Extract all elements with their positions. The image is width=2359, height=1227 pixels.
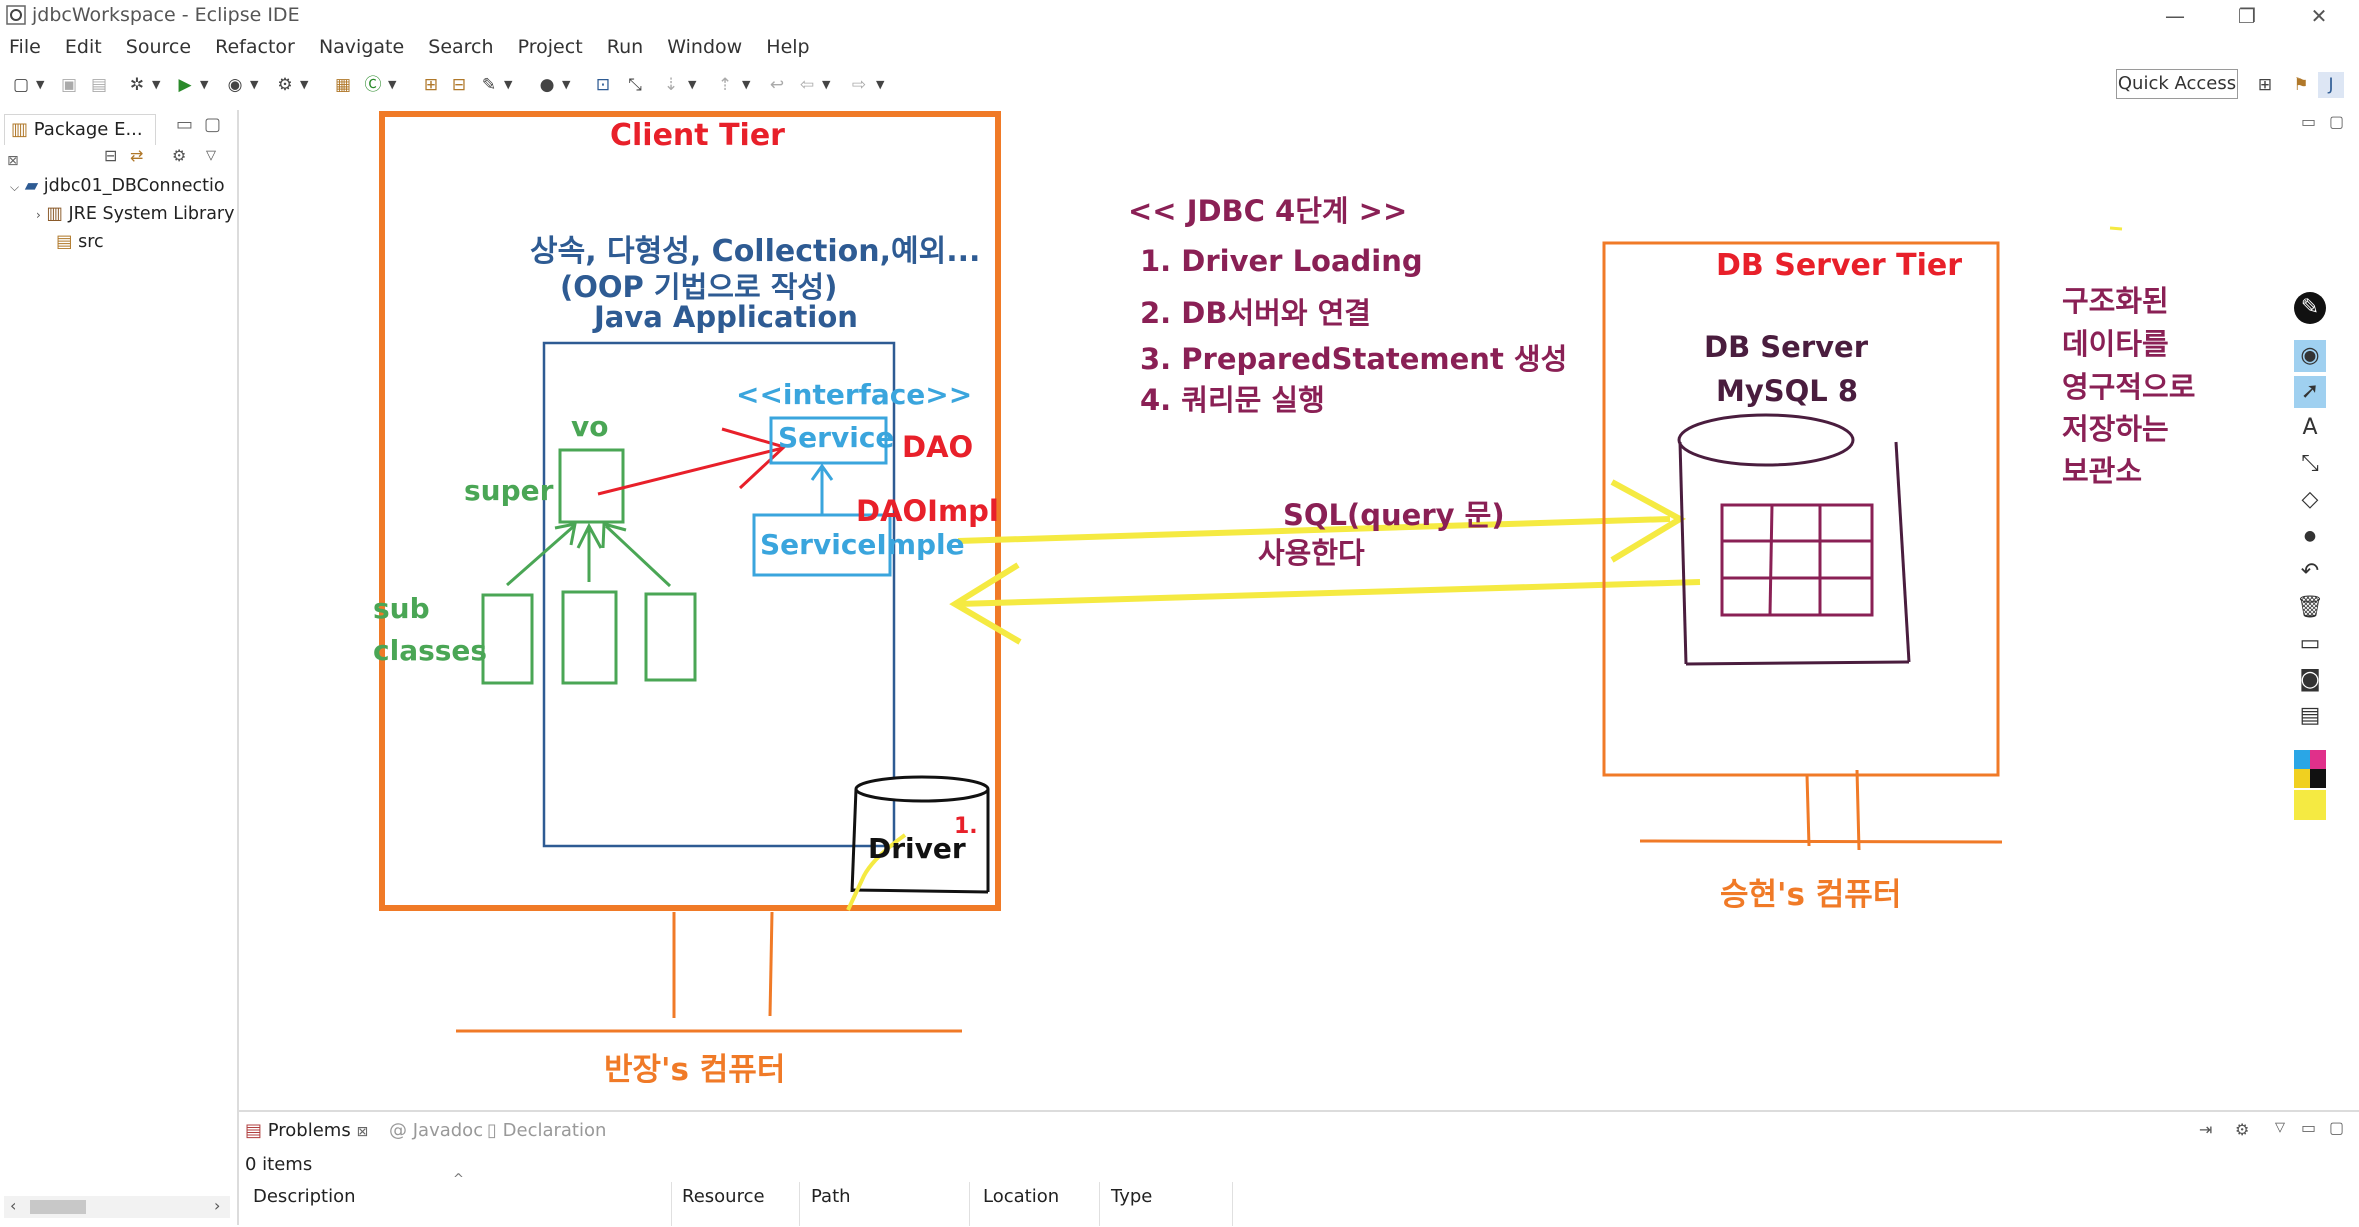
drawing-toolbar: ✎ ◉ ➚ A ⤡ ◇ ● ↶ 🗑 ▭ ◙ ▤: [2290, 292, 2330, 827]
driver-step-number: 1.: [954, 814, 978, 839]
classes-label: classes: [373, 634, 488, 667]
sub-label: sub: [373, 592, 430, 625]
storage-note-1: 구조화된: [2062, 284, 2169, 318]
column-path[interactable]: Path: [811, 1186, 851, 1207]
tab-javadoc[interactable]: @ Javadoc: [389, 1120, 483, 1141]
javadoc-icon: @: [389, 1120, 407, 1141]
eye-icon[interactable]: ◉: [2294, 340, 2326, 372]
tab-declaration-label: Declaration: [502, 1120, 607, 1141]
column-description[interactable]: Description: [253, 1186, 356, 1207]
jdbc-step-4: 4. 쿼리문 실행: [1140, 383, 1325, 417]
focus-icon[interactable]: ⇥: [2199, 1120, 2212, 1139]
column-resource[interactable]: Resource: [682, 1186, 765, 1207]
items-count: 0 items: [245, 1154, 313, 1175]
client-desc-line3: Java Application: [594, 300, 858, 334]
color-palette-icon[interactable]: [2294, 750, 2326, 788]
inherit-arrow-3: [604, 524, 672, 588]
super-label: super: [464, 474, 554, 507]
db-server-tier-title: DB Server Tier: [1716, 248, 1962, 283]
sql-label-line2: 사용한다: [1258, 536, 1365, 570]
cursor-icon[interactable]: ➚: [2294, 376, 2326, 408]
tab-problems[interactable]: ▤ Problems ⊠: [245, 1120, 368, 1141]
driver-label: Driver: [868, 832, 966, 865]
server-computer-line: [1639, 839, 2003, 844]
camera-icon[interactable]: ◙: [2294, 664, 2326, 696]
text-tool-icon[interactable]: A: [2294, 412, 2326, 444]
tab-problems-label: Problems: [267, 1120, 351, 1141]
serviceimple-label: ServiceImple: [760, 528, 965, 561]
column-type[interactable]: Type: [1111, 1186, 1152, 1207]
problems-icon: ▤: [245, 1120, 263, 1141]
subclass-box-1: [481, 593, 534, 685]
interface-label: <<interface>>: [736, 378, 973, 411]
vo-to-service-arrow: [597, 446, 784, 496]
service-label: Service: [778, 421, 895, 454]
storage-note-5: 보관소: [2062, 454, 2143, 488]
undo-icon[interactable]: ↶: [2294, 556, 2326, 588]
daoimpl-label: DAOImpl: [856, 494, 999, 528]
db-table-icon: [1720, 503, 1874, 617]
filter-icon[interactable]: ⚙: [2235, 1120, 2249, 1139]
driver-cylinder: [854, 775, 990, 803]
minimize-view-icon[interactable]: ▭: [2301, 1118, 2316, 1137]
pen-icon[interactable]: ✎: [2294, 292, 2326, 324]
db-server-label: DB Server: [1704, 330, 1869, 364]
dot-size-icon[interactable]: ●: [2294, 520, 2326, 552]
subclass-box-3: [644, 592, 697, 682]
dao-label: DAO: [902, 430, 974, 464]
problems-panel: ▤ Problems ⊠ @ Javadoc ▯ Declaration ⇥ ⚙…: [239, 1110, 2359, 1227]
sort-chevron-up-icon: ^: [453, 1172, 464, 1187]
jdbc-step-2: 2. DB서버와 연결: [1140, 296, 1371, 330]
clipboard-icon[interactable]: ▤: [2294, 700, 2326, 732]
storage-note-4: 저장하는: [2062, 412, 2169, 446]
jdbc-step-3: 3. PreparedStatement 생성: [1140, 342, 1568, 376]
close-icon[interactable]: ⊠: [356, 1124, 368, 1140]
eraser-icon[interactable]: ◇: [2294, 484, 2326, 516]
server-computer-label: 승현's 컴퓨터: [1720, 877, 1902, 913]
vo-label: vo: [571, 410, 609, 443]
sql-label-line1: SQL(query 문): [1283, 498, 1505, 532]
view-menu-icon[interactable]: ▽: [2275, 1120, 2285, 1135]
whiteboard-drawing: [379, 111, 2123, 1033]
vo-box: [558, 448, 625, 524]
column-location[interactable]: Location: [983, 1186, 1059, 1207]
subclass-box-2: [561, 590, 618, 685]
tab-javadoc-label: Javadoc: [412, 1120, 484, 1141]
sql-response-arrow: [957, 579, 1701, 607]
storage-note-3: 영구적으로: [2062, 370, 2196, 404]
declaration-icon: ▯: [487, 1120, 497, 1141]
jdbc-steps-title: << JDBC 4단계 >>: [1128, 194, 1408, 228]
storage-note-2: 데이타를: [2062, 327, 2169, 361]
trash-icon[interactable]: 🗑: [2294, 592, 2326, 624]
client-computer-label: 반장's 컴퓨터: [604, 1052, 786, 1088]
tab-declaration[interactable]: ▯ Declaration: [487, 1120, 606, 1141]
monitor-icon[interactable]: ▭: [2294, 628, 2326, 660]
current-color-swatch[interactable]: [2294, 790, 2326, 820]
db-cylinder: [1677, 413, 1855, 467]
client-tier-title: Client Tier: [610, 118, 785, 153]
mysql-label: MySQL 8: [1716, 374, 1859, 408]
jdbc-step-1: 1. Driver Loading: [1140, 244, 1423, 278]
inherit-arrow-1: [506, 524, 575, 587]
maximize-view-icon[interactable]: ▢: [2329, 1118, 2344, 1137]
line-tool-icon[interactable]: ⤡: [2294, 448, 2326, 480]
